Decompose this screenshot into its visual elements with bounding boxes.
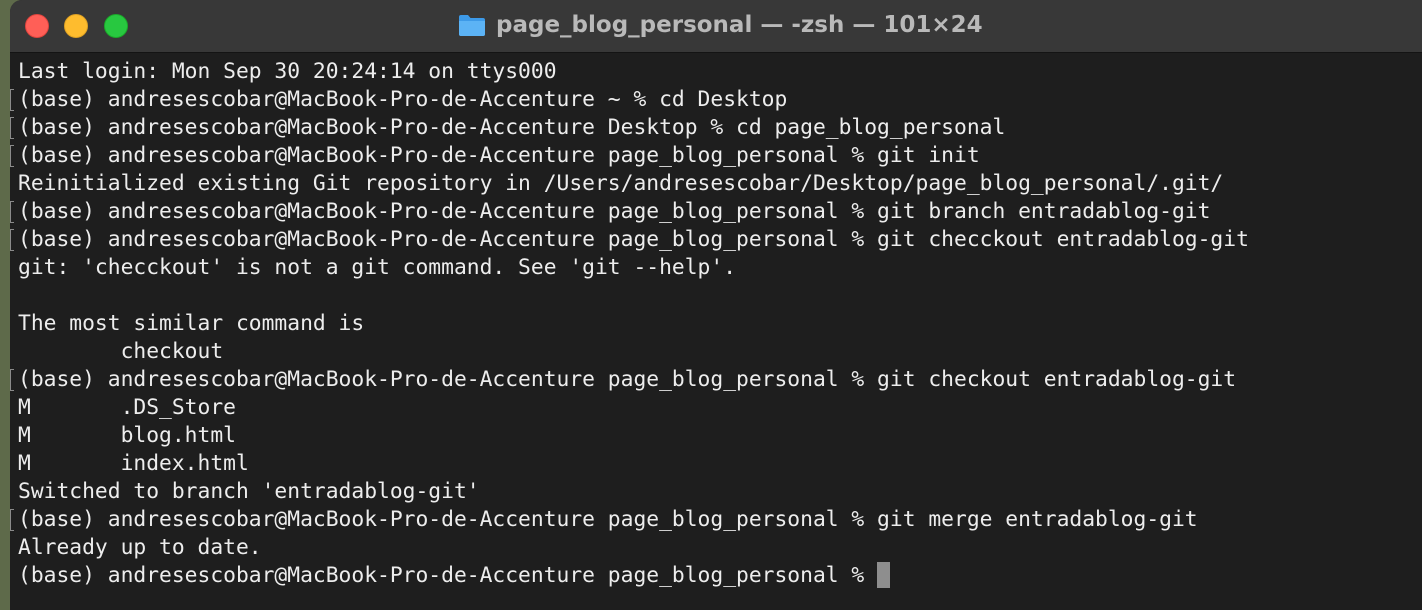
command-mark-icon (10, 89, 14, 111)
terminal-line: Reinitialized existing Git repository in… (18, 170, 1422, 198)
close-button[interactable] (25, 14, 49, 38)
terminal-line: Last login: Mon Sep 30 20:24:14 on ttys0… (18, 58, 1422, 86)
terminal-line: (base) andresescobar@MacBook-Pro-de-Acce… (10, 198, 1422, 226)
folder-icon (459, 15, 485, 36)
window-title-group: page_blog_personal — -zsh — 101×24 (458, 10, 983, 40)
minimize-button[interactable] (64, 14, 88, 38)
terminal-line-text: Last login: Mon Sep 30 20:24:14 on ttys0… (18, 59, 557, 84)
terminal-output[interactable]: Last login: Mon Sep 30 20:24:14 on ttys0… (10, 58, 1422, 590)
zoom-button[interactable] (104, 14, 128, 38)
terminal-line-text: git: 'checckout' is not a git command. S… (18, 255, 737, 280)
terminal-line: (base) andresescobar@MacBook-Pro-de-Acce… (10, 366, 1422, 394)
terminal-line-text: (base) andresescobar@MacBook-Pro-de-Acce… (18, 115, 1006, 140)
text-cursor (877, 562, 891, 588)
terminal-line-text: (base) andresescobar@MacBook-Pro-de-Acce… (18, 367, 1237, 392)
terminal-line: The most similar command is (18, 310, 1422, 338)
terminal-line-text: (base) andresescobar@MacBook-Pro-de-Acce… (18, 199, 1211, 224)
terminal-line-text: (base) andresescobar@MacBook-Pro-de-Acce… (18, 507, 1198, 532)
command-mark-icon (10, 369, 14, 391)
command-mark-icon (10, 509, 14, 531)
terminal-line: git: 'checckout' is not a git command. S… (18, 254, 1422, 282)
command-mark-icon (10, 201, 14, 223)
terminal-line-text: Already up to date. (18, 535, 262, 560)
terminal-line-text: The most similar command is (18, 311, 365, 336)
terminal-line-text: (base) andresescobar@MacBook-Pro-de-Acce… (18, 143, 980, 168)
terminal-line: (base) andresescobar@MacBook-Pro-de-Acce… (10, 142, 1422, 170)
terminal-line-text: checkout (18, 339, 224, 364)
command-mark-icon (10, 117, 14, 139)
prompt-line[interactable]: (base) andresescobar@MacBook-Pro-de-Acce… (18, 562, 1422, 590)
command-mark-icon (10, 229, 14, 251)
terminal-line: Switched to branch 'entradablog-git' (18, 478, 1422, 506)
terminal-line: (base) andresescobar@MacBook-Pro-de-Acce… (10, 226, 1422, 254)
terminal-line-text: (base) andresescobar@MacBook-Pro-de-Acce… (18, 87, 788, 112)
terminal-line: (base) andresescobar@MacBook-Pro-de-Acce… (10, 86, 1422, 114)
terminal-line: M index.html (18, 450, 1422, 478)
terminal-line-text: M .DS_Store (18, 395, 236, 420)
terminal-line: M blog.html (18, 422, 1422, 450)
terminal-line: (base) andresescobar@MacBook-Pro-de-Acce… (10, 506, 1422, 534)
terminal-window: page_blog_personal — -zsh — 101×24 Last … (10, 0, 1422, 610)
terminal-line: Already up to date. (18, 534, 1422, 562)
title-bar[interactable]: page_blog_personal — -zsh — 101×24 (10, 0, 1422, 53)
terminal-line: (base) andresescobar@MacBook-Pro-de-Acce… (10, 114, 1422, 142)
terminal-line-text: Reinitialized existing Git repository in… (18, 171, 1224, 196)
terminal-line: checkout (18, 338, 1422, 366)
terminal-line-text: M index.html (18, 451, 249, 476)
command-mark-icon (10, 145, 14, 167)
terminal-line: M .DS_Store (18, 394, 1422, 422)
terminal-line-text: Switched to branch 'entradablog-git' (18, 479, 480, 504)
terminal-line-text: M blog.html (18, 423, 236, 448)
prompt-text: (base) andresescobar@MacBook-Pro-de-Acce… (18, 563, 878, 588)
window-title: page_blog_personal — -zsh — 101×24 (496, 12, 983, 38)
terminal-line-text: (base) andresescobar@MacBook-Pro-de-Acce… (18, 227, 1249, 252)
